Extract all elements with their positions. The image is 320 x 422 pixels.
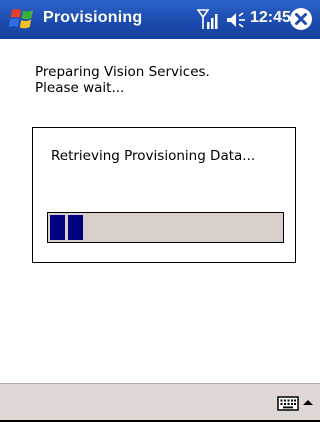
progress-chunk xyxy=(68,215,83,240)
progress-fill xyxy=(50,215,83,240)
clock[interactable]: 12:45 xyxy=(250,9,291,27)
status-text: Retrieving Provisioning Data... xyxy=(51,148,256,164)
up-arrow-icon[interactable] xyxy=(301,395,315,411)
title-bar: Provisioning 12:45 xyxy=(0,0,320,39)
progress-chunk xyxy=(50,215,65,240)
close-icon[interactable] xyxy=(289,7,313,31)
speaker-volume-icon[interactable] xyxy=(226,11,246,29)
pocketpc-screen: Provisioning 12:45 Preparing Vision Serv… xyxy=(0,0,320,422)
menu-bar xyxy=(0,383,320,422)
progress-panel: Retrieving Provisioning Data... xyxy=(32,127,296,263)
progress-bar xyxy=(47,212,284,243)
app-title: Provisioning xyxy=(43,9,143,26)
keyboard-icon[interactable] xyxy=(277,395,299,411)
wait-message: Preparing Vision Services. Please wait..… xyxy=(35,64,210,96)
windows-flag-icon[interactable] xyxy=(8,6,36,32)
signal-strength-icon[interactable] xyxy=(197,8,219,30)
